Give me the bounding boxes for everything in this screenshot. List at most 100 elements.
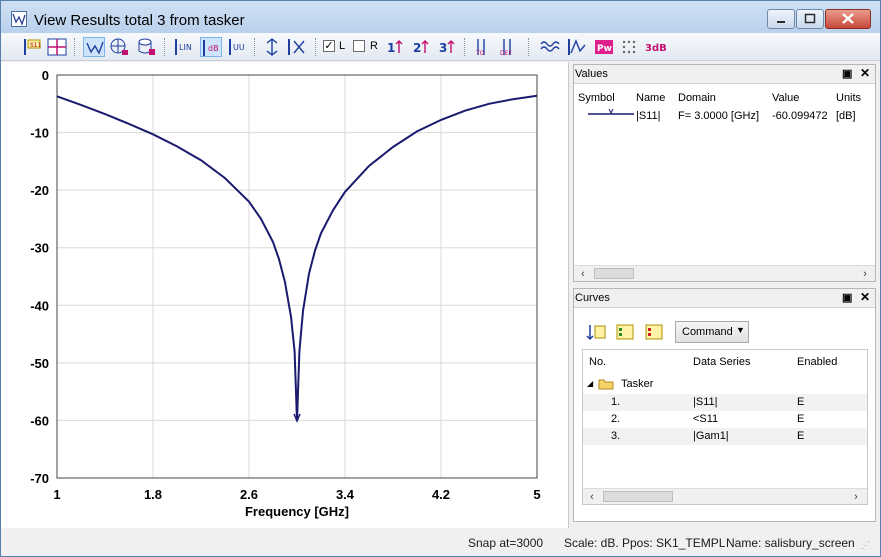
col-symbol[interactable]: Symbol: [578, 92, 615, 104]
scroll-right-icon[interactable]: ›: [849, 489, 863, 505]
right-axis-checkbox[interactable]: [353, 40, 365, 52]
zoom-fit-icon[interactable]: [286, 37, 308, 57]
scroll-left-icon[interactable]: ‹: [585, 489, 599, 505]
database-icon[interactable]: [135, 37, 157, 57]
close-icon: [842, 13, 854, 24]
resize-grip-icon[interactable]: ⋰: [861, 540, 870, 551]
scroll-left-icon[interactable]: ‹: [576, 266, 590, 282]
x-tick-label: 4.2: [432, 487, 450, 502]
values-panel-title: Values: [575, 68, 608, 80]
marker-3-icon[interactable]: 3: [437, 37, 459, 57]
curve-series: |Gam1|: [693, 430, 729, 442]
close-icon[interactable]: ✕: [860, 66, 870, 80]
value-row-domain: F= 3.0000 [GHz]: [678, 110, 760, 122]
values-panel: Values ▣ ✕ Symbol Name Domain Value Unit…: [573, 64, 876, 282]
svg-text:3: 3: [439, 41, 447, 55]
curve-series: |S11|: [693, 396, 718, 408]
close-icon[interactable]: ✕: [860, 290, 870, 304]
marker-def-icon[interactable]: DEF: [496, 37, 518, 57]
marker-to-icon[interactable]: TO: [470, 37, 492, 57]
scroll-right-icon[interactable]: ›: [858, 266, 872, 282]
values-hscrollbar[interactable]: ‹ ›: [574, 265, 875, 281]
right-axis-label: R: [370, 40, 378, 52]
left-axis-checkbox[interactable]: ✓: [323, 40, 335, 52]
grid-points-icon[interactable]: [619, 37, 641, 57]
y-tick-label: -40: [30, 298, 49, 313]
add-curve-icon[interactable]: [615, 323, 635, 341]
collapse-triangle-icon[interactable]: ◢: [587, 379, 593, 388]
svg-text:DEF: DEF: [500, 50, 512, 57]
float-icon[interactable]: ▣: [842, 291, 852, 304]
col-data-series[interactable]: Data Series: [693, 356, 750, 368]
curve-series: <S11: [693, 413, 719, 425]
value-row-units: [dB]: [836, 110, 856, 122]
marker-2-icon[interactable]: 2: [411, 37, 433, 57]
title-bar[interactable]: View Results total 3 from tasker: [1, 1, 880, 33]
s11-marker-icon[interactable]: S11: [21, 37, 43, 57]
svg-text:dB: dB: [208, 44, 219, 53]
table-row[interactable]: [583, 394, 867, 411]
remove-curve-icon[interactable]: [644, 323, 664, 341]
svg-text:UU: UU: [233, 43, 245, 52]
curve-no: 1.: [611, 396, 621, 408]
group-tasker[interactable]: Tasker: [621, 378, 653, 390]
float-icon[interactable]: ▣: [842, 67, 852, 80]
chevron-down-icon: ▼: [736, 325, 745, 335]
col-domain[interactable]: Domain: [678, 92, 716, 104]
smith-chart-icon[interactable]: [83, 37, 105, 57]
crosshair-icon[interactable]: [46, 37, 68, 57]
linear-scale-icon[interactable]: LIN: [173, 37, 195, 57]
curve-enabled[interactable]: E: [797, 396, 804, 408]
marker-1-icon[interactable]: 1: [385, 37, 407, 57]
scroll-thumb[interactable]: [594, 268, 634, 279]
waveform-icon[interactable]: [539, 37, 561, 57]
curve-enabled[interactable]: E: [797, 413, 804, 425]
3db-icon[interactable]: 3dB: [644, 37, 667, 57]
results-window: View Results total 3 from tasker S11 LIN…: [0, 0, 881, 557]
status-name: Name: salisbury_screen: [726, 536, 855, 550]
autoscale-icon[interactable]: [261, 37, 283, 57]
col-enabled[interactable]: Enabled: [797, 356, 837, 368]
polar-chart-icon[interactable]: [108, 37, 130, 57]
sort-curves-icon[interactable]: [586, 323, 606, 341]
y-tick-label: -30: [30, 241, 49, 256]
curves-panel: Curves ▣ ✕ Command ▼ No. Data Series Ena…: [573, 288, 876, 522]
db-scale-icon[interactable]: dB: [200, 37, 222, 57]
x-tick-label: 1.8: [144, 487, 162, 502]
unit-scale-icon[interactable]: UU: [227, 37, 249, 57]
frequency-response-chart[interactable]: 1 1.8 2.6 3.4 4.2 5 0 -10 -20 -30 -40 -50 -60 -70 Freq…: [1, 62, 569, 528]
series-line: [56, 94, 538, 422]
maximize-button[interactable]: [796, 9, 824, 29]
maximize-icon: [804, 13, 816, 24]
curve-enabled[interactable]: E: [797, 430, 804, 442]
svg-text:3dB: 3dB: [645, 43, 666, 54]
y-tick-label: -70: [30, 471, 49, 486]
x-tick-label: 2.6: [240, 487, 258, 502]
command-label: Command: [682, 326, 733, 338]
y-tick-label: -20: [30, 183, 49, 198]
svg-text:2: 2: [413, 41, 421, 55]
col-no[interactable]: No.: [589, 356, 606, 368]
minimize-button[interactable]: [767, 9, 795, 29]
x-tick-label: 5: [533, 487, 540, 502]
left-axis-label: L: [339, 40, 346, 52]
curves-list: No. Data Series Enabled ◢ Tasker 1. |S11…: [582, 349, 868, 505]
col-units[interactable]: Units: [836, 92, 861, 104]
close-button[interactable]: [825, 9, 871, 29]
command-dropdown[interactable]: Command ▼: [675, 321, 749, 343]
curves-hscrollbar[interactable]: ‹ ›: [583, 488, 867, 504]
app-chart-icon: [11, 11, 27, 27]
status-ppos: Ppos: SK1_TEMPL: [622, 536, 726, 550]
curves-panel-title: Curves: [575, 292, 610, 304]
peak-icon[interactable]: [566, 37, 588, 57]
svg-text:LIN: LIN: [179, 43, 192, 52]
status-snap: Snap at=3000: [468, 536, 544, 550]
status-scale: Scale: dB.: [564, 536, 619, 550]
scroll-thumb[interactable]: [603, 491, 673, 502]
power-icon[interactable]: Pw: [593, 37, 615, 57]
curves-panel-header: Curves ▣ ✕: [574, 289, 875, 308]
col-value[interactable]: Value: [772, 92, 799, 104]
plot-area[interactable]: 1 1.8 2.6 3.4 4.2 5 0 -10 -20 -30 -40 -50 -60 -70 Freq…: [1, 62, 569, 528]
col-name[interactable]: Name: [636, 92, 665, 104]
value-row-value: -60.099472: [772, 110, 828, 122]
